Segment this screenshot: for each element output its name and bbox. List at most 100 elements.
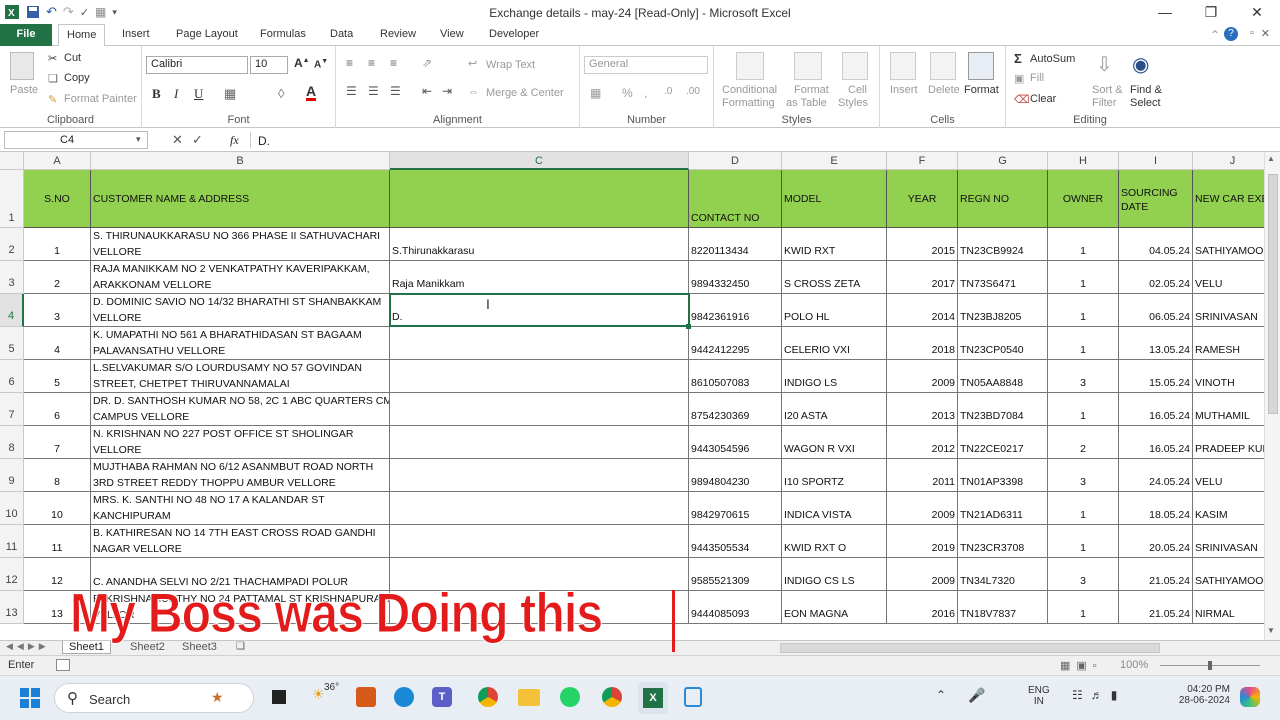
italic-icon[interactable]: I [174, 86, 178, 102]
cell-sno[interactable]: 4 [24, 327, 91, 360]
cell-styles-button[interactable]: Cell [848, 84, 867, 96]
cell-sno[interactable]: 1 [24, 228, 91, 261]
scroll-up-icon[interactable]: ▲ [1267, 154, 1275, 163]
conditional-formatting-icon[interactable] [736, 52, 764, 80]
microphone-icon[interactable]: 🎤 [968, 687, 985, 704]
column-header-c[interactable]: C [390, 152, 689, 170]
help-icon[interactable]: ? [1224, 27, 1238, 41]
row-header[interactable]: 7 [0, 393, 24, 426]
ribbon-minimize-icon[interactable]: ⌃ [1210, 28, 1220, 42]
cell-styles-icon[interactable] [842, 52, 868, 80]
cell-owner[interactable]: 1 [1048, 393, 1119, 426]
cell-year[interactable]: 2016 [887, 591, 958, 624]
tab-page-layout[interactable]: Page Layout [168, 24, 246, 46]
cell-customer-address[interactable]: L.SELVAKUMAR S/O LOURDUSAMY NO 57 GOVIND… [91, 360, 390, 393]
cell-c[interactable]: D. [390, 294, 689, 327]
cell-owner[interactable]: 3 [1048, 459, 1119, 492]
cell-sno[interactable]: 6 [24, 393, 91, 426]
format-as-table-button[interactable]: Format [794, 84, 829, 96]
orientation-icon[interactable]: ⇗ [422, 56, 432, 70]
cell-contact[interactable]: 9443054596 [689, 426, 782, 459]
merge-center-button[interactable]: Merge & Center [486, 87, 564, 99]
cell-date[interactable]: 15.05.24 [1119, 360, 1193, 393]
cell-customer-address[interactable]: B. KATHIRESAN NO 14 7TH EAST CROSS ROAD … [91, 525, 390, 558]
cell-date[interactable]: 21.05.24 [1119, 558, 1193, 591]
align-right-icon[interactable]: ☰ [390, 84, 401, 98]
cell-exec[interactable]: MUTHAMIL [1193, 393, 1264, 426]
row-header-1[interactable]: 1 [0, 170, 24, 228]
language-indicator[interactable]: ENG IN [1028, 685, 1050, 707]
header-model[interactable]: MODEL [782, 170, 887, 228]
cell-year[interactable]: 2014 [887, 294, 958, 327]
cell-sno[interactable]: 10 [24, 492, 91, 525]
cell-year[interactable]: 2013 [887, 393, 958, 426]
system-tray-icons[interactable]: ☷♬▮ [1072, 688, 1125, 702]
cell-regn[interactable]: TN22CE0217 [958, 426, 1048, 459]
format-cells-icon[interactable] [968, 52, 994, 80]
cell-model[interactable]: CELERIO VXI [782, 327, 887, 360]
cancel-entry-icon[interactable]: ✕ [172, 132, 183, 148]
cell-sno[interactable]: 8 [24, 459, 91, 492]
cell-model[interactable]: WAGON R VXI [782, 426, 887, 459]
cell-sno[interactable]: 7 [24, 426, 91, 459]
clear-icon[interactable]: ⌫ [1014, 93, 1030, 106]
task-view-icon[interactable] [272, 690, 286, 704]
increase-decimal-icon[interactable]: .0 [664, 86, 672, 97]
cell-model[interactable]: I20 ASTA [782, 393, 887, 426]
cell-exec[interactable]: SRINIVASAN [1193, 525, 1264, 558]
cell-contact[interactable]: 9444085093 [689, 591, 782, 624]
snipping-tool-icon[interactable] [684, 687, 702, 707]
grow-font-icon[interactable]: A▲ [294, 56, 310, 70]
cell-exec[interactable]: VELU [1193, 261, 1264, 294]
row-header[interactable]: 2 [0, 228, 24, 261]
cell-model[interactable]: EON MAGNA [782, 591, 887, 624]
cell-date[interactable]: 16.05.24 [1119, 393, 1193, 426]
teams-app-icon[interactable]: T [432, 687, 452, 707]
align-bottom-icon[interactable]: ≡ [390, 56, 397, 70]
zoom-slider-thumb[interactable] [1208, 661, 1212, 670]
align-middle-icon[interactable]: ≡ [368, 56, 375, 70]
align-left-icon[interactable]: ☰ [346, 84, 357, 98]
column-header-i[interactable]: I [1119, 152, 1193, 170]
cell-contact[interactable]: 9842970615 [689, 492, 782, 525]
format-cells-button[interactable]: Format [964, 84, 999, 96]
cell-date[interactable]: 06.05.24 [1119, 294, 1193, 327]
fill-color-icon[interactable]: ◊ [278, 86, 284, 101]
scroll-down-icon[interactable]: ▼ [1267, 626, 1275, 635]
cell-customer-address[interactable]: S. THIRUNAUKKARASU NO 366 PHASE II SATHU… [91, 228, 390, 261]
name-box[interactable]: C4 [4, 131, 148, 149]
cell-customer-address[interactable]: MRS. K. SANTHI NO 48 NO 17 A KALANDAR ST… [91, 492, 390, 525]
conditional-formatting-button[interactable]: Conditional [722, 84, 777, 96]
find-select-button[interactable]: Find & [1130, 84, 1162, 96]
format-painter-button[interactable]: Format Painter [64, 93, 137, 105]
cell-model[interactable]: KWID RXT O [782, 525, 887, 558]
tab-view[interactable]: View [432, 24, 472, 46]
cell-customer-address[interactable]: DR. D. SANTHOSH KUMAR NO 58, 2C 1 ABC QU… [91, 393, 390, 426]
whatsapp-app-icon[interactable] [560, 687, 580, 707]
insert-function-icon[interactable]: fx [230, 133, 239, 148]
row-header[interactable]: 3 [0, 261, 24, 294]
cell-exec[interactable]: VELU [1193, 459, 1264, 492]
cell-customer-address[interactable]: MUJTHABA RAHMAN NO 6/12 ASANMBUT ROAD NO… [91, 459, 390, 492]
cell-model[interactable]: INDICA VISTA [782, 492, 887, 525]
column-header-b[interactable]: B [91, 152, 390, 170]
cell-owner[interactable]: 1 [1048, 228, 1119, 261]
column-header-j[interactable]: J [1193, 152, 1264, 170]
edge-app-icon[interactable] [394, 687, 414, 707]
insert-cells-icon[interactable] [890, 52, 916, 80]
header-new-car-exec[interactable]: NEW CAR EXE [1193, 170, 1264, 228]
file-explorer-icon[interactable] [518, 689, 540, 706]
cell-contact[interactable]: 9894804230 [689, 459, 782, 492]
macro-record-icon[interactable] [56, 659, 70, 671]
cell-sno[interactable]: 2 [24, 261, 91, 294]
paste-button[interactable]: Paste [10, 84, 38, 96]
zoom-level[interactable]: 100% [1120, 659, 1148, 671]
cell-year[interactable]: 2018 [887, 327, 958, 360]
insert-cells-button[interactable]: Insert [890, 84, 918, 96]
cell-regn[interactable]: TN23CP0540 [958, 327, 1048, 360]
cell-year[interactable]: 2015 [887, 228, 958, 261]
font-color-icon[interactable]: A [306, 84, 317, 101]
cell-exec[interactable]: KASIM [1193, 492, 1264, 525]
cell-exec[interactable]: SRINIVASAN [1193, 294, 1264, 327]
percent-icon[interactable]: % [622, 86, 633, 100]
